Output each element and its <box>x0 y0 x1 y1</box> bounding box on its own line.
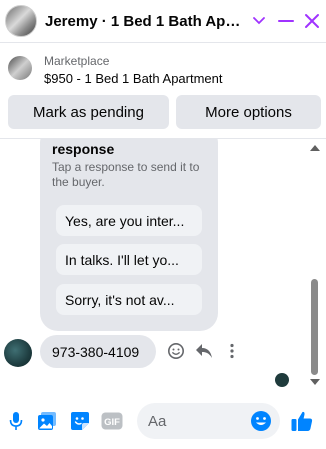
seen-avatar <box>275 373 289 387</box>
scroll-thumb[interactable] <box>311 279 318 375</box>
listing-actions: Mark as pending More options <box>8 95 321 129</box>
listing-thumbnail <box>8 56 32 80</box>
quick-reply-3[interactable]: Sorry, it's not av... <box>56 284 202 315</box>
minimize-icon[interactable] <box>277 12 295 30</box>
photo-icon[interactable] <box>36 410 58 432</box>
react-emoji-icon[interactable] <box>166 341 186 361</box>
chevron-down-icon[interactable] <box>251 13 267 29</box>
microphone-icon[interactable] <box>5 410 27 432</box>
marketplace-listing[interactable]: Marketplace $950 - 1 Bed 1 Bath Apartmen… <box>0 44 326 93</box>
quick-reply-1[interactable]: Yes, are you inter... <box>56 205 202 236</box>
thumbs-up-icon[interactable] <box>290 409 314 433</box>
mark-as-pending-button[interactable]: Mark as pending <box>8 95 169 129</box>
conversation-title[interactable]: Jeremy · 1 Bed 1 Bath Apartment <box>45 13 241 30</box>
thread-scrollbar[interactable] <box>306 139 324 391</box>
more-options-button[interactable]: More options <box>176 95 321 129</box>
suggested-responses-card: response Tap a response to send it to th… <box>40 139 218 331</box>
listing-title: $950 - 1 Bed 1 Bath Apartment <box>44 71 223 86</box>
message-composer: GIF <box>0 397 326 445</box>
sticker-icon[interactable] <box>69 410 91 432</box>
message-thread: response Tap a response to send it to th… <box>0 139 306 391</box>
chat-header: Jeremy · 1 Bed 1 Bath Apartment <box>0 0 326 43</box>
sender-avatar[interactable] <box>4 339 32 367</box>
scroll-up-icon[interactable] <box>310 145 320 151</box>
emoji-icon[interactable] <box>250 410 272 432</box>
responses-subtitle: Tap a response to send it to the buyer. <box>52 160 200 189</box>
quick-reply-2[interactable]: In talks. I'll let yo... <box>56 244 202 275</box>
gif-icon[interactable]: GIF <box>101 410 123 432</box>
close-icon[interactable] <box>303 12 321 30</box>
scroll-down-icon[interactable] <box>310 379 320 385</box>
reply-icon[interactable] <box>194 341 214 361</box>
responses-title: response <box>52 141 115 157</box>
marketplace-label: Marketplace <box>44 54 110 68</box>
message-bubble[interactable]: 973-380-4109 <box>40 335 156 368</box>
contact-avatar[interactable] <box>5 5 37 37</box>
more-vertical-icon[interactable] <box>222 341 242 361</box>
gif-label: GIF <box>104 417 120 428</box>
